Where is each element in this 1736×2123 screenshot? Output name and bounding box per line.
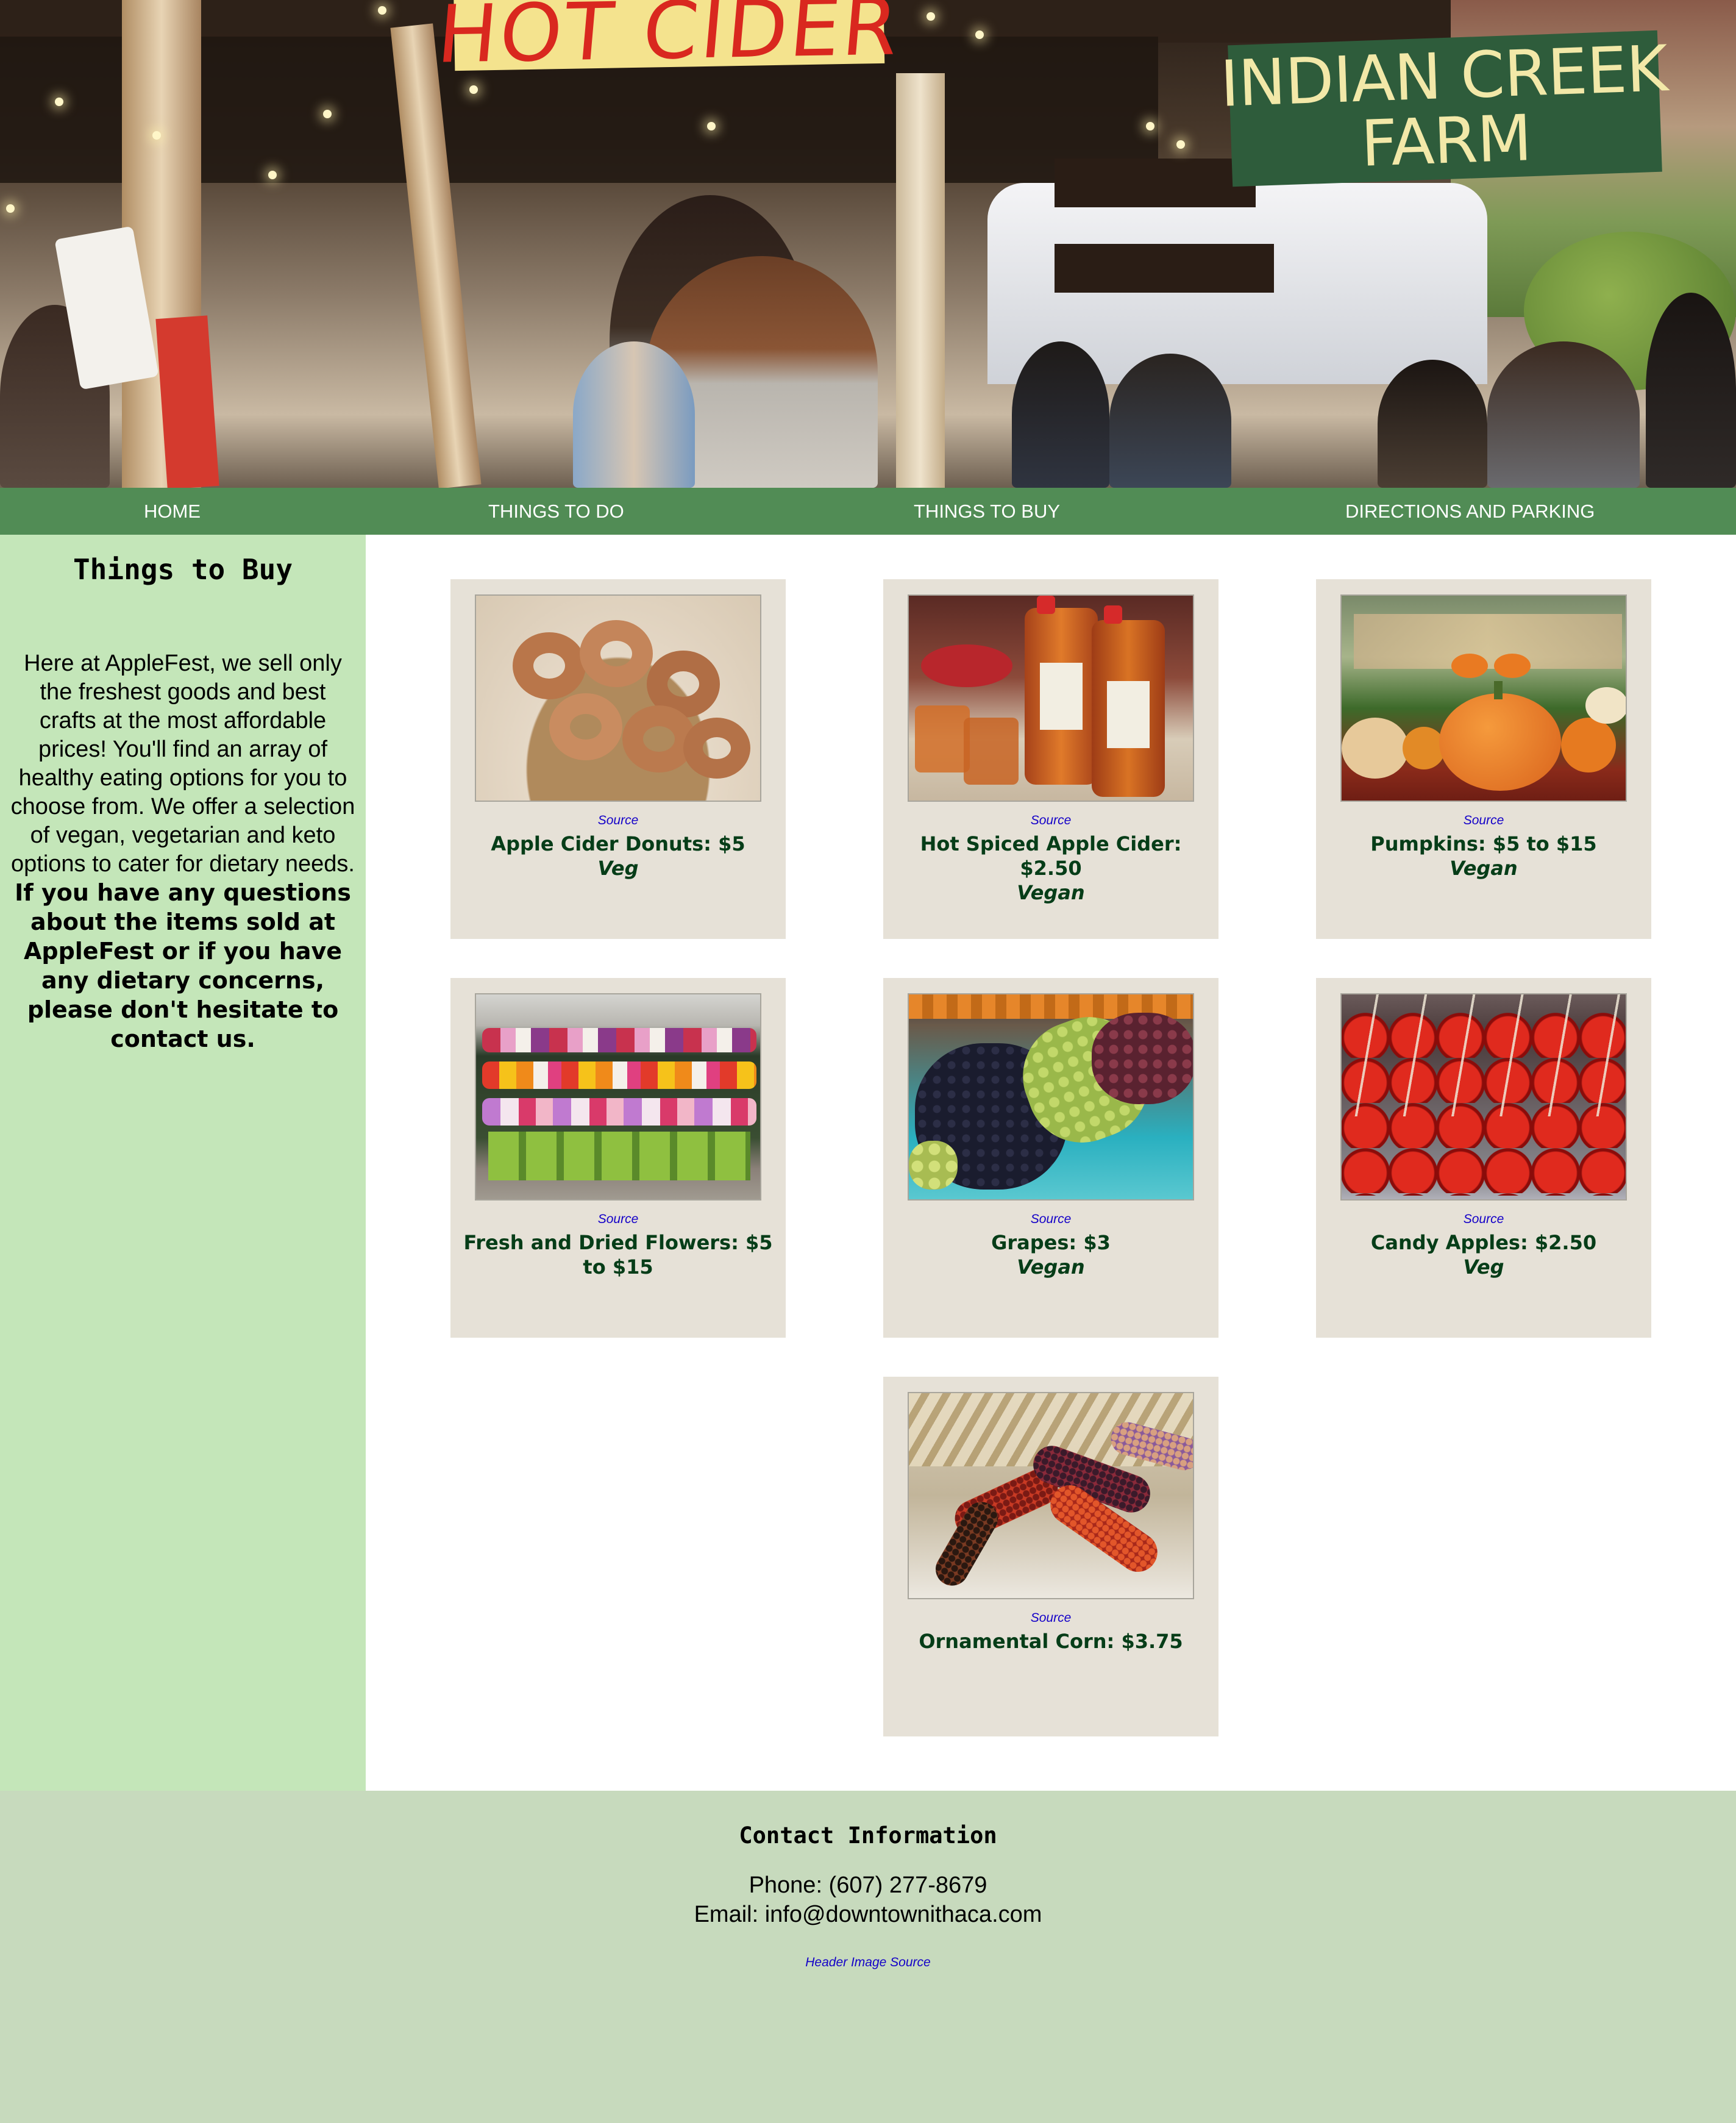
hot-cider-sign-text: HOT CIDER [433,0,905,81]
nav-directions-parking[interactable]: DIRECTIONS AND PARKING [1345,488,1595,535]
product-card: Source Fresh and Dried Flowers: $5 to $1… [450,978,786,1338]
header-image-source-link[interactable]: Header Image Source [0,1955,1736,1970]
contact-email: Email: info@downtownithaca.com [694,1902,1042,1927]
diet-tag: Veg [597,857,639,880]
product-title: Apple Cider Donuts: $5 [491,832,745,855]
donuts-photo [475,594,761,802]
product-title: Candy Apples: $2.50 [1370,1231,1597,1254]
product-name: Grapes: $3 Vegan [895,1230,1206,1279]
source-link[interactable]: Source [1316,1212,1651,1227]
product-title: Grapes: $3 [991,1231,1111,1254]
product-card: Source Grapes: $3 Vegan [883,978,1218,1338]
sidebar: Things to Buy Here at AppleFest, we sell… [0,535,366,1791]
product-card: Source Pumpkins: $5 to $15 Vegan [1316,579,1651,939]
contact-phone: Phone: (607) 277-8679 [749,1872,987,1898]
product-title: Pumpkins: $5 to $15 [1370,832,1597,855]
product-card: Source Candy Apples: $2.50 Veg [1316,978,1651,1338]
intro-text: Here at AppleFest, we sell only the fres… [10,651,355,877]
source-link[interactable]: Source [883,1611,1218,1625]
product-name: Pumpkins: $5 to $15 Vegan [1328,832,1639,880]
candy-apples-photo [1340,993,1627,1201]
cider-photo [908,594,1194,802]
product-card: Source Apple Cider Donuts: $5 Veg [450,579,786,939]
diet-tag: Vegan [1017,881,1085,904]
diet-tag: Veg [1463,1255,1504,1279]
nav-home[interactable]: HOME [144,488,201,535]
flowers-photo [475,993,761,1201]
nav-things-to-buy[interactable]: THINGS TO BUY [914,488,1060,535]
product-card: Source Hot Spiced Apple Cider: $2.50 Veg… [883,579,1218,939]
header-image: HOT CIDER INDIAN CREEK FARM [0,0,1736,488]
pumpkins-photo [1340,594,1627,802]
product-name: Hot Spiced Apple Cider: $2.50 Vegan [895,832,1206,905]
product-name: Apple Cider Donuts: $5 Veg [463,832,774,880]
intro-paragraph: Here at AppleFest, we sell only the fres… [9,649,357,1054]
source-link[interactable]: Source [883,813,1218,828]
product-name: Ornamental Corn: $3.75 [895,1629,1206,1654]
page-title: Things to Buy [73,553,293,586]
hot-cider-sign: HOT CIDER [434,0,905,81]
source-link[interactable]: Source [883,1212,1218,1227]
contact-heading: Contact Information [739,1822,997,1849]
indian-creek-farm-sign: INDIAN CREEK FARM [1219,30,1668,187]
footer: Contact Information Phone: (607) 277-867… [0,1791,1736,2123]
product-name: Fresh and Dried Flowers: $5 to $15 [463,1230,774,1279]
source-link[interactable]: Source [1316,813,1651,828]
product-title: Ornamental Corn: $3.75 [919,1630,1183,1653]
nav-things-to-do[interactable]: THINGS TO DO [488,488,624,535]
source-link[interactable]: Source [450,1212,786,1227]
product-title: Fresh and Dried Flowers: $5 to $15 [463,1231,773,1279]
farm-sign-line2: FARM [1359,101,1533,181]
grapes-photo [908,993,1194,1201]
diet-tag: Vegan [1450,857,1518,880]
intro-bold-text: If you have any questions about the item… [15,879,351,1052]
diet-tag: Vegan [1017,1255,1085,1279]
source-link[interactable]: Source [450,813,786,828]
product-name: Candy Apples: $2.50 Veg [1328,1230,1639,1279]
corn-photo [908,1392,1194,1599]
product-title: Hot Spiced Apple Cider: $2.50 [920,832,1182,880]
product-card: Source Ornamental Corn: $3.75 [883,1377,1218,1736]
main-nav: HOME THINGS TO DO THINGS TO BUY DIRECTIO… [0,488,1736,535]
